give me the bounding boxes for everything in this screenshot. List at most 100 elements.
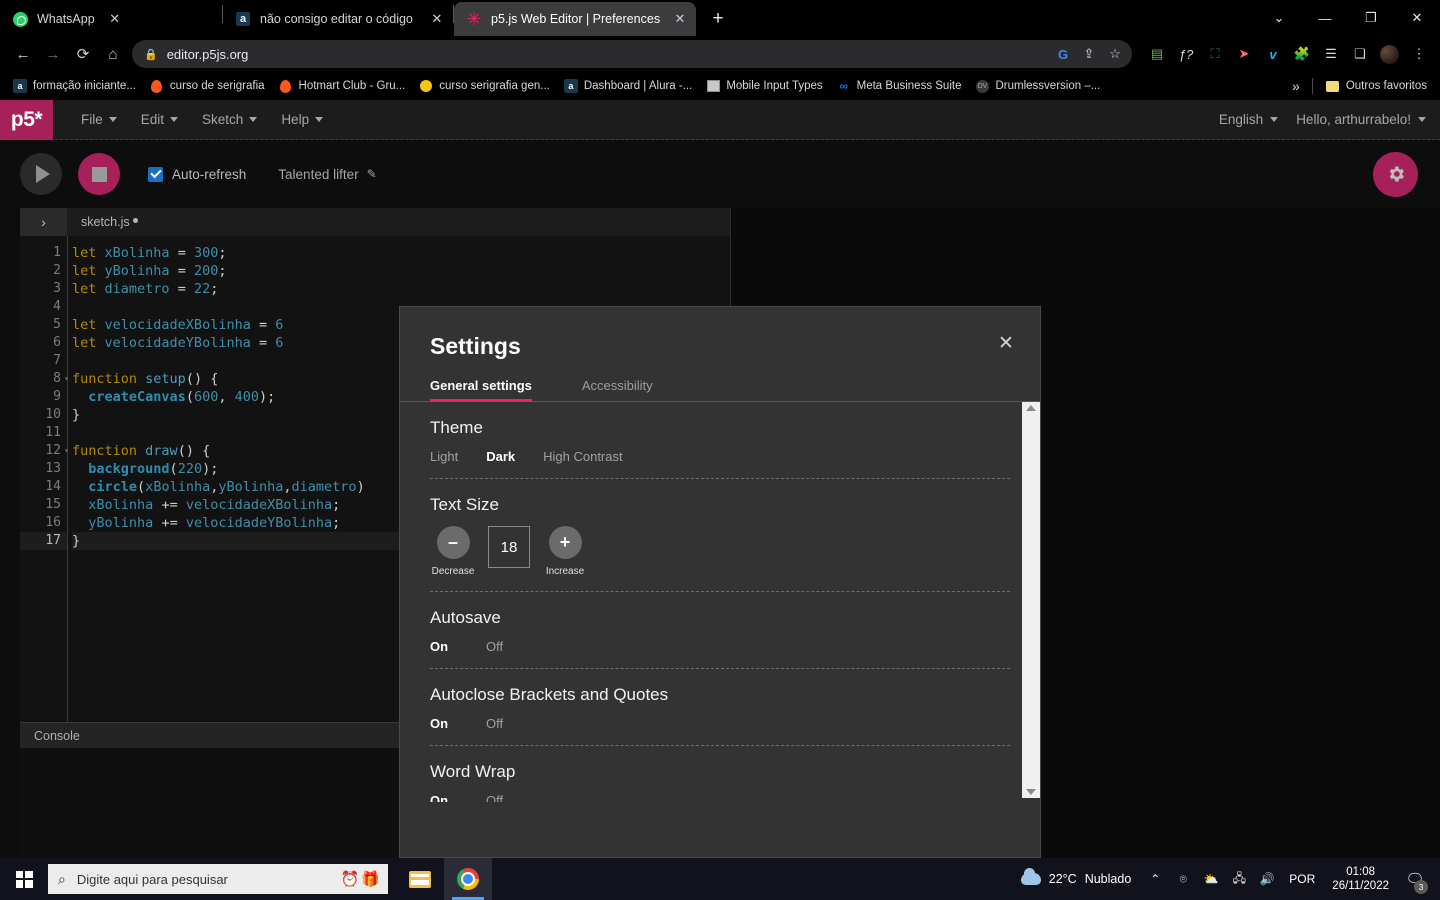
address-bar[interactable]: 🔒 editor.p5js.org G ⇪ ☆ <box>132 40 1132 68</box>
bookmark-item[interactable]: curso serigrafia gen... <box>412 75 557 97</box>
taskbar-file-explorer[interactable] <box>396 858 444 900</box>
close-icon[interactable]: ✕ <box>427 9 447 29</box>
forward-icon[interactable]: → <box>38 39 68 69</box>
stop-button[interactable] <box>78 153 120 195</box>
autosave-option-off[interactable]: Off <box>486 639 503 654</box>
account-menu[interactable]: Hello, arthurrabelo! <box>1296 112 1426 127</box>
theme-option-high-contrast[interactable]: High Contrast <box>543 449 622 464</box>
wordwrap-option-off[interactable]: Off <box>486 793 503 802</box>
wordwrap-options: On Off <box>430 793 1010 802</box>
bookmarks-overflow-icon[interactable]: » <box>1286 78 1306 94</box>
tray-expand-icon[interactable]: ⌃ <box>1141 858 1169 900</box>
chrome-menu-icon[interactable]: ⋮ <box>1406 41 1432 67</box>
close-icon[interactable]: ✕ <box>670 9 690 29</box>
taskbar-google-chrome[interactable] <box>444 858 492 900</box>
camera-icon[interactable]: ⌾ <box>1169 858 1197 900</box>
decrease-button[interactable]: – <box>436 526 470 559</box>
bookmark-item[interactable]: a Dashboard | Alura -... <box>557 75 699 97</box>
fold-triangle-icon[interactable]: ▾ <box>64 442 69 460</box>
code-line[interactable]: let diametro = 22; <box>72 280 730 298</box>
windows-icon <box>15 870 33 888</box>
menu-edit[interactable]: Edit <box>131 108 188 131</box>
checkbox-icon[interactable] <box>148 166 163 182</box>
home-icon[interactable]: ⌂ <box>98 39 128 69</box>
bookmark-item[interactable]: a formação iniciante... <box>6 75 143 97</box>
play-button[interactable] <box>20 153 62 195</box>
close-icon[interactable]: ✕ <box>105 9 125 29</box>
menu-file[interactable]: File <box>71 108 127 131</box>
tab-general-settings[interactable]: General settings <box>430 378 532 402</box>
line-number: 1 <box>53 245 61 260</box>
weather-temperature: 22°C <box>1048 872 1077 886</box>
language-label: English <box>1218 112 1264 127</box>
bookmark-item[interactable]: Hotmart Club - Gru... <box>272 75 413 97</box>
menu-help[interactable]: Help <box>271 108 333 131</box>
menu-sketch[interactable]: Sketch <box>192 108 267 131</box>
autoclose-option-on[interactable]: On <box>430 716 458 731</box>
settings-button[interactable] <box>1373 151 1418 197</box>
scroll-up-icon[interactable] <box>1026 405 1036 411</box>
weather-widget[interactable]: 22°C Nublado <box>1011 868 1142 886</box>
increase-button[interactable]: + <box>548 526 582 559</box>
sidepanel-icon[interactable]: ❏ <box>1347 41 1373 67</box>
reload-icon[interactable]: ⟳ <box>68 39 98 69</box>
fold-triangle-icon[interactable]: ▾ <box>64 370 69 388</box>
playlist-icon[interactable]: ☰ <box>1318 41 1344 67</box>
browser-tab-p5js[interactable]: ✳ p5.js Web Editor | Preferences ✕ <box>454 2 696 36</box>
puzzle-icon[interactable]: 🧩 <box>1289 41 1315 67</box>
start-button[interactable] <box>0 858 48 900</box>
theme-option-dark[interactable]: Dark <box>486 449 515 464</box>
flame-icon <box>150 79 164 93</box>
new-tab-button[interactable]: + <box>704 5 732 33</box>
p5-logo[interactable]: p5* <box>0 99 53 140</box>
file-tab-sketchjs[interactable]: sketch.js <box>67 215 152 229</box>
language-indicator[interactable]: POR <box>1281 872 1323 886</box>
taskbar-clock[interactable]: 01:08 26/11/2022 <box>1323 865 1398 893</box>
text-size-value[interactable]: 18 <box>488 526 530 568</box>
taskbar-search[interactable]: ⌕ Digite aqui para pesquisar ⏰ 🎁 <box>48 864 388 894</box>
chevron-down-icon[interactable]: ⌄ <box>1256 0 1302 36</box>
maximize-icon[interactable]: ❐ <box>1348 0 1394 36</box>
bookmark-item[interactable]: DV Drumlessversion –... <box>968 75 1107 97</box>
autoclose-option-off[interactable]: Off <box>486 716 503 731</box>
sidebar-toggle-button[interactable]: › <box>20 208 67 236</box>
bookmark-item[interactable]: Mobile Input Types <box>699 75 829 97</box>
language-selector[interactable]: English <box>1218 112 1279 127</box>
network-icon[interactable]: 🖧 <box>1225 858 1253 900</box>
avatar[interactable] <box>1380 44 1399 64</box>
theme-option-light[interactable]: Light <box>430 449 458 464</box>
vimeo-icon[interactable]: v <box>1260 41 1286 67</box>
onedrive-icon[interactable]: ⛅ <box>1197 858 1225 900</box>
bookmark-label: Hotmart Club - Gru... <box>298 80 406 92</box>
greeting-label: Hello, arthurrabelo! <box>1296 112 1411 127</box>
autorefresh-toggle[interactable]: Auto-refresh <box>148 166 246 182</box>
share-icon[interactable]: ⇪ <box>1076 41 1102 67</box>
code-line[interactable]: let yBolinha = 200; <box>72 262 730 280</box>
notification-center-button[interactable]: 🗨 3 <box>1398 858 1432 900</box>
bookmark-item[interactable]: ∞ Meta Business Suite <box>830 75 969 97</box>
console-label: Console <box>34 728 80 743</box>
settings-scrollbar[interactable] <box>1022 402 1040 798</box>
close-icon[interactable]: ✕ <box>992 329 1020 357</box>
code-line[interactable]: let xBolinha = 300; <box>72 244 730 262</box>
scroll-down-icon[interactable] <box>1026 789 1036 795</box>
browser-tab-alura[interactable]: a não consigo editar o código no p ✕ <box>223 2 453 36</box>
bookmark-star-icon[interactable]: ☆ <box>1102 41 1128 67</box>
autosave-option-on[interactable]: On <box>430 639 458 654</box>
pencil-icon[interactable]: ✎ <box>367 167 377 181</box>
reader-icon[interactable]: ▤ <box>1144 41 1170 67</box>
fx-icon[interactable]: ƒ? <box>1173 41 1199 67</box>
volume-icon[interactable]: 🔊 <box>1253 858 1281 900</box>
browser-tab-whatsapp[interactable]: WhatsApp ✕ <box>0 2 222 36</box>
google-lens-icon[interactable]: G <box>1050 41 1076 67</box>
minimize-icon[interactable]: — <box>1302 0 1348 36</box>
sketch-name[interactable]: Talented lifter ✎ <box>278 167 376 182</box>
capture-icon[interactable]: ⛶ <box>1202 41 1228 67</box>
other-bookmarks-folder[interactable]: Outros favoritos <box>1319 75 1434 97</box>
bookmark-item[interactable]: curso de serigrafia <box>143 75 272 97</box>
tab-accessibility[interactable]: Accessibility <box>582 378 653 401</box>
speed-icon[interactable]: ➤ <box>1231 41 1257 67</box>
close-window-icon[interactable]: ✕ <box>1394 0 1440 36</box>
back-icon[interactable]: ← <box>8 39 38 69</box>
wordwrap-option-on[interactable]: On <box>430 793 458 802</box>
